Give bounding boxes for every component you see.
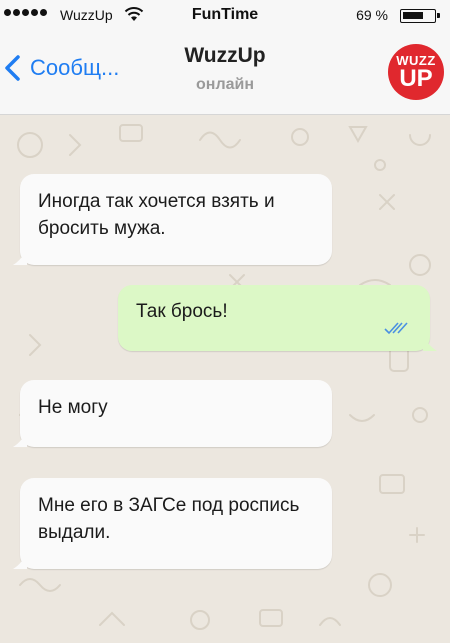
message-bubble-incoming[interactable]: Иногда так хочется взять и бросить мужа. (13, 174, 332, 265)
message-text: Мне его в ЗАГСе под роспись выдали. (38, 495, 300, 543)
message-bubble-incoming[interactable]: Мне его в ЗАГСе под роспись выдали. (13, 478, 332, 569)
message-text: Иногда так хочется взять и бросить мужа. (38, 191, 275, 239)
message-text: Не могу (38, 397, 108, 418)
battery-icon (400, 9, 440, 23)
avatar-logo-line2: UP (399, 64, 433, 92)
online-status: онлайн (196, 76, 254, 93)
message-bubble-incoming[interactable]: Не могу (13, 380, 332, 447)
chat-area[interactable]: Иногда так хочется взять и бросить мужа.… (0, 115, 450, 643)
chat-header: Сообщ... WuzzUp онлайн WUZZ UP (0, 32, 450, 115)
avatar[interactable]: WUZZ UP (388, 44, 444, 100)
chat-title[interactable]: WuzzUp (0, 44, 450, 68)
message-bubble-outgoing[interactable]: Так брось! (118, 285, 437, 351)
message-text: Так брось! (136, 301, 228, 322)
double-check-icon (384, 322, 408, 335)
status-bar: WuzzUp FunTime 69 % (0, 0, 450, 32)
battery-percent: 69 % (356, 7, 388, 23)
